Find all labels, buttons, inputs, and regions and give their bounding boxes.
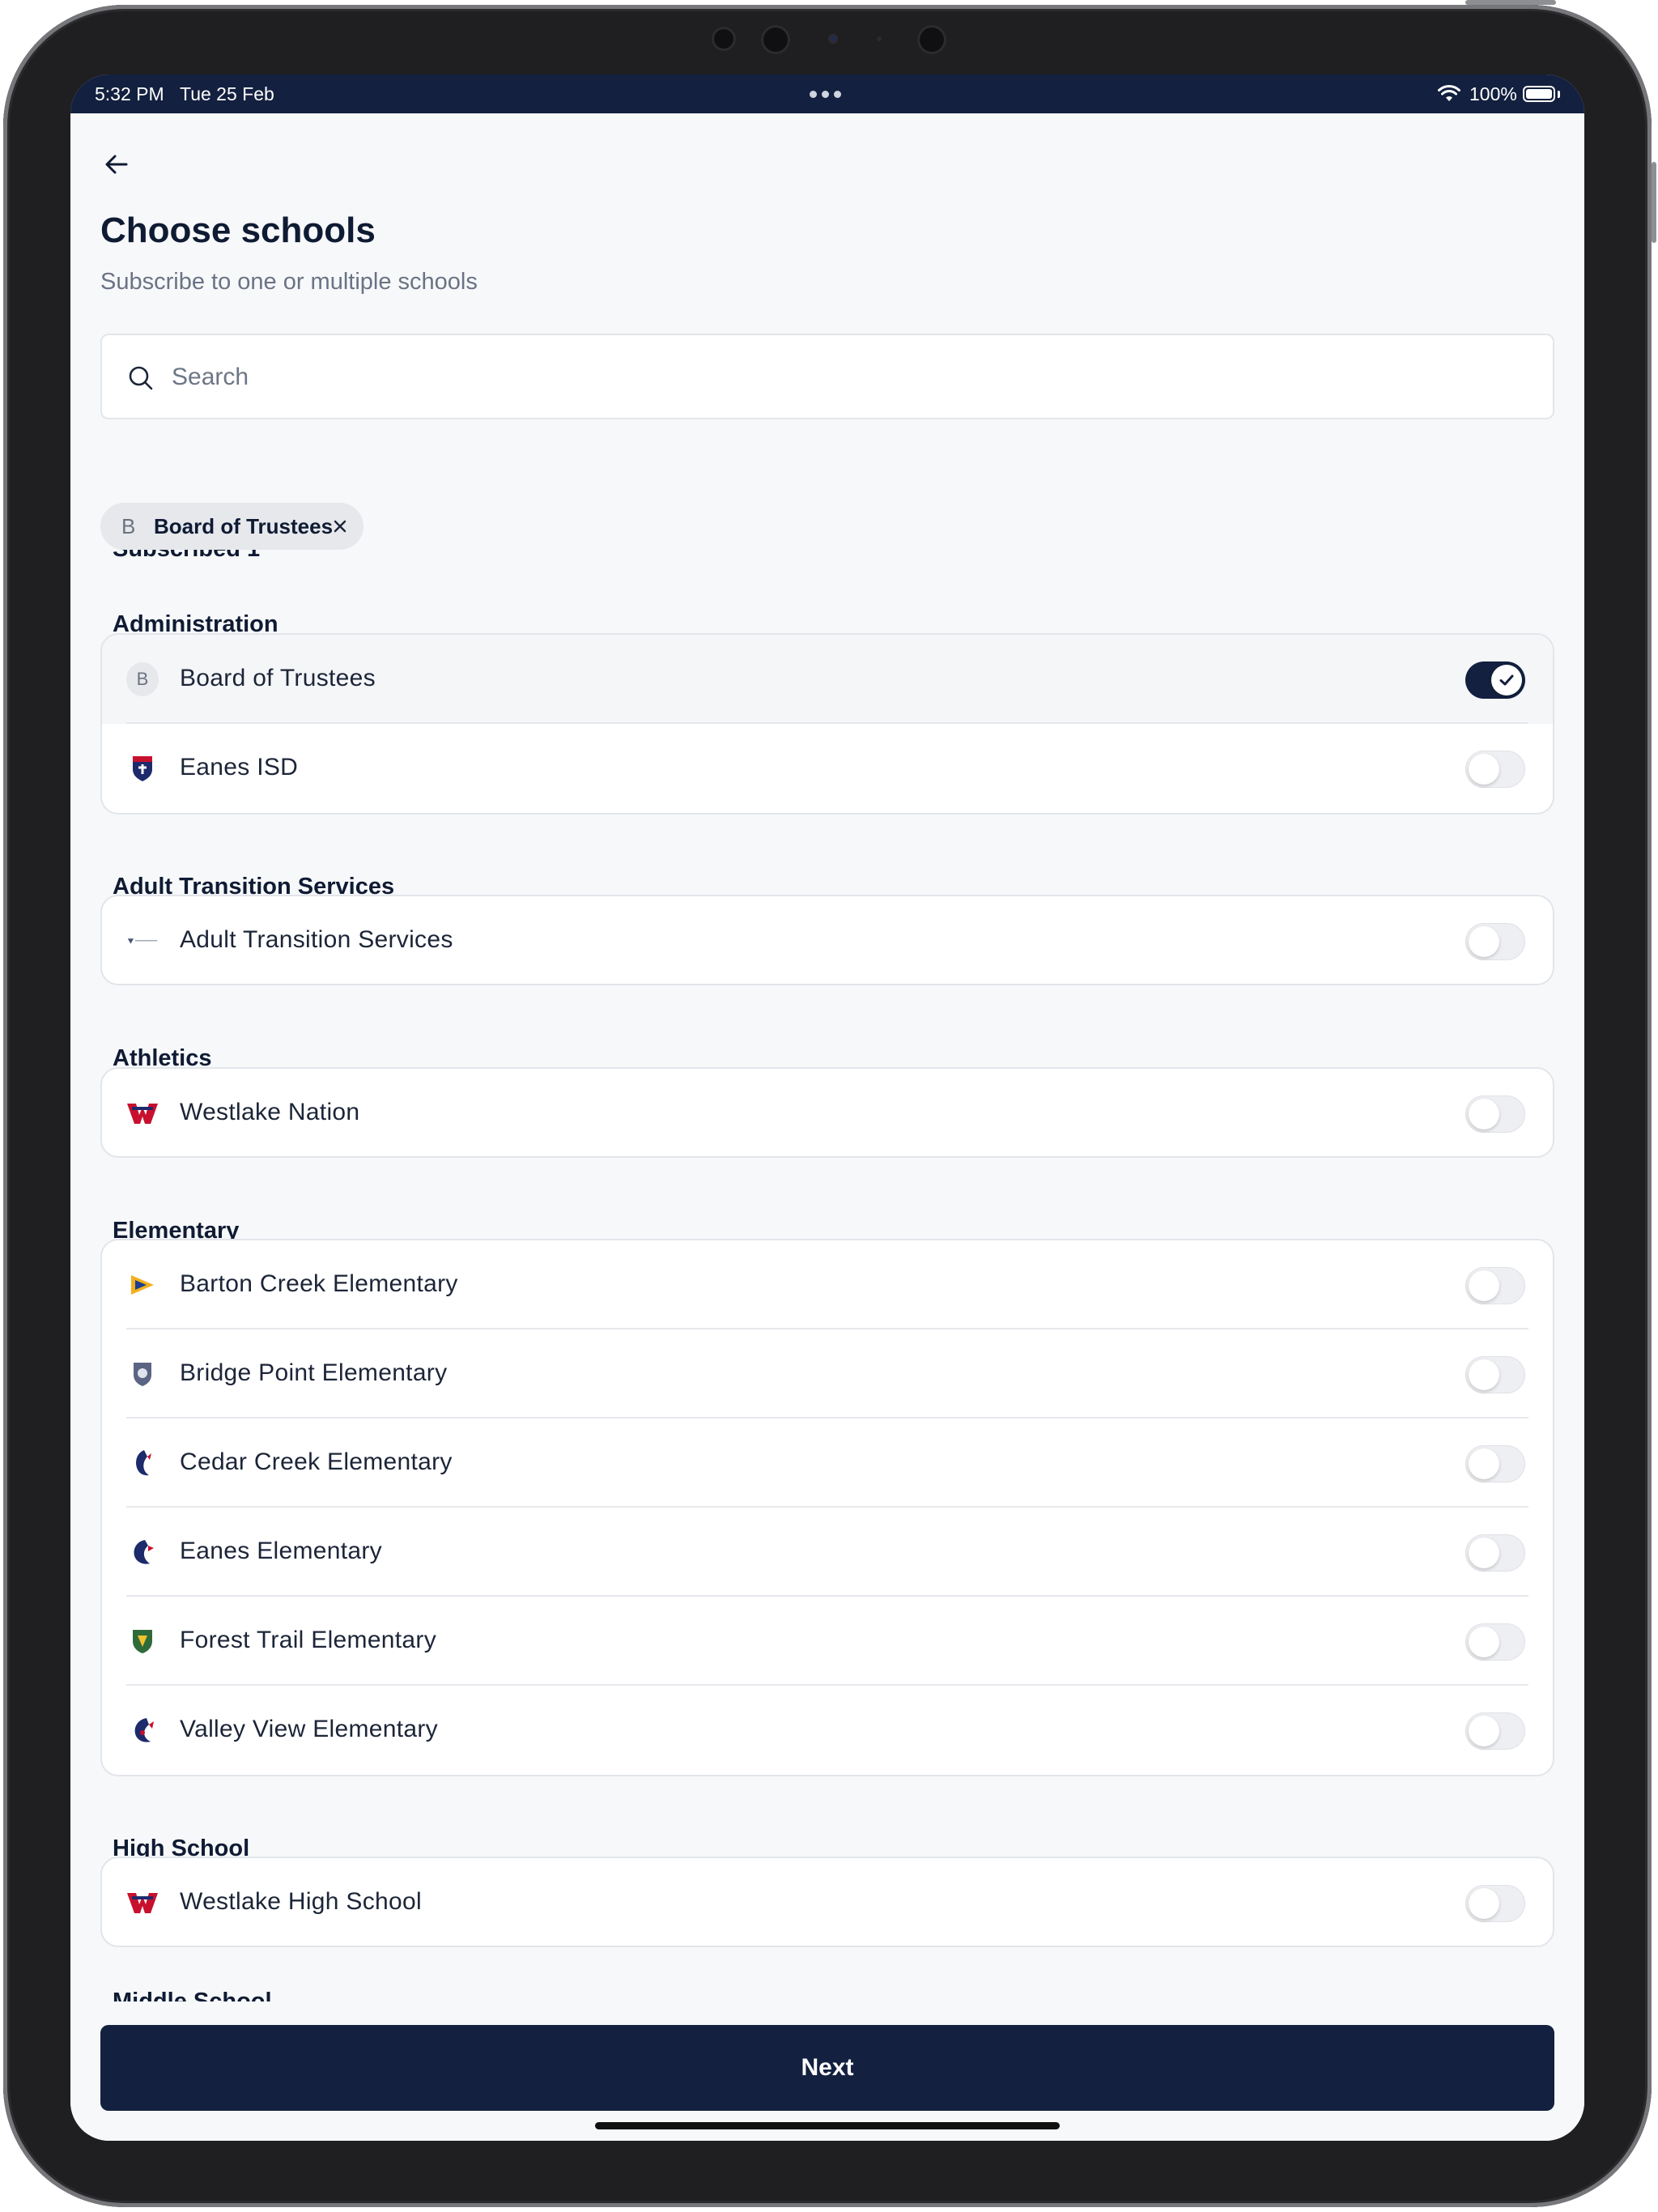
page-title: Choose schools bbox=[100, 211, 376, 250]
list-item[interactable]: Adult Transition Services bbox=[102, 896, 1553, 984]
item-label: Forest Trail Elementary bbox=[180, 1627, 436, 1653]
sensor-dot bbox=[712, 27, 736, 51]
letter-avatar-icon: B bbox=[126, 662, 159, 696]
item-label: Barton Creek Elementary bbox=[180, 1270, 458, 1297]
section-card-elementary: Barton Creek Elementary Bridge Point Ele… bbox=[100, 1239, 1554, 1776]
chip-label: Board of Trustees bbox=[154, 514, 334, 538]
arrow-left-icon bbox=[105, 155, 128, 174]
list-item[interactable]: B Board of Trustees bbox=[102, 635, 1553, 724]
search-icon bbox=[129, 366, 153, 390]
cedar-creek-logo-icon bbox=[126, 1447, 159, 1479]
subscribe-toggle[interactable] bbox=[1465, 1356, 1525, 1393]
forest-trail-logo-icon bbox=[126, 1625, 159, 1657]
westlake-w-logo-icon bbox=[126, 1887, 159, 1919]
battery-tip bbox=[1558, 91, 1560, 98]
back-button[interactable] bbox=[100, 148, 133, 181]
volume-button bbox=[1652, 162, 1656, 243]
status-bar: 5:32 PM Tue 25 Feb 100% bbox=[70, 74, 1584, 113]
shield-logo-icon bbox=[126, 752, 159, 785]
home-indicator[interactable] bbox=[595, 2122, 1060, 2129]
sensor-dot bbox=[761, 25, 790, 54]
item-label: Valley View Elementary bbox=[180, 1716, 438, 1742]
subscribe-toggle[interactable] bbox=[1465, 1267, 1525, 1304]
eanes-elementary-logo-icon bbox=[126, 1536, 159, 1568]
list-item[interactable]: Barton Creek Elementary bbox=[102, 1240, 1553, 1329]
camera-lens bbox=[828, 34, 838, 44]
tablet-device: 5:32 PM Tue 25 Feb 100% Choose schools S… bbox=[0, 0, 1658, 2212]
list-item[interactable]: Bridge Point Elementary bbox=[102, 1329, 1553, 1419]
list-item[interactable]: Forest Trail Elementary bbox=[102, 1597, 1553, 1686]
search-input[interactable] bbox=[170, 337, 1533, 418]
subscribe-toggle[interactable] bbox=[1465, 1445, 1525, 1482]
next-button[interactable]: Next bbox=[100, 2025, 1554, 2111]
section-card-administration: B Board of Trustees Eanes ISD bbox=[100, 633, 1554, 815]
list-item[interactable]: Valley View Elementary bbox=[102, 1686, 1553, 1775]
status-time: 5:32 PM bbox=[95, 83, 164, 104]
list-item[interactable]: Westlake Nation bbox=[102, 1069, 1553, 1156]
checkmark-icon bbox=[1499, 674, 1514, 686]
list-item[interactable]: Westlake High School bbox=[102, 1858, 1553, 1946]
barton-creek-logo-icon bbox=[126, 1269, 159, 1301]
close-icon[interactable] bbox=[329, 516, 351, 537]
section-card-high-school: Westlake High School bbox=[100, 1857, 1554, 1947]
battery-percent: 100% bbox=[1469, 83, 1517, 104]
item-label: Bridge Point Elementary bbox=[180, 1359, 448, 1386]
battery-icon bbox=[1523, 86, 1555, 102]
wifi-icon bbox=[1438, 84, 1460, 101]
multitasking-dots-icon[interactable] bbox=[810, 91, 841, 98]
ats-logo-icon bbox=[126, 925, 159, 957]
subscribe-toggle[interactable] bbox=[1465, 1623, 1525, 1661]
item-label: Eanes ISD bbox=[180, 754, 299, 781]
item-label: Cedar Creek Elementary bbox=[180, 1448, 453, 1475]
list-item[interactable]: Eanes Elementary bbox=[102, 1508, 1553, 1597]
app-screen: 5:32 PM Tue 25 Feb 100% Choose schools S… bbox=[70, 74, 1584, 2141]
sensor-dot bbox=[877, 36, 882, 41]
valley-view-logo-icon bbox=[126, 1714, 159, 1746]
subscribe-toggle[interactable] bbox=[1465, 1534, 1525, 1572]
list-item[interactable]: Cedar Creek Elementary bbox=[102, 1419, 1553, 1508]
item-label: Board of Trustees bbox=[180, 665, 376, 691]
sensor-dot bbox=[917, 25, 946, 54]
subscribed-chip[interactable]: B Board of Trustees bbox=[100, 503, 363, 550]
bridge-point-logo-icon bbox=[126, 1358, 159, 1390]
westlake-w-logo-icon bbox=[126, 1097, 159, 1129]
item-label: Adult Transition Services bbox=[180, 926, 453, 953]
item-label: Eanes Elementary bbox=[180, 1538, 382, 1564]
section-card-adult-transition: Adult Transition Services bbox=[100, 895, 1554, 985]
subscribe-toggle[interactable] bbox=[1465, 1712, 1525, 1750]
list-item[interactable]: Eanes ISD bbox=[102, 724, 1553, 813]
item-label: Westlake Nation bbox=[180, 1099, 360, 1125]
subscribe-toggle[interactable] bbox=[1465, 923, 1525, 960]
status-date: Tue 25 Feb bbox=[180, 83, 274, 104]
subscribe-toggle[interactable] bbox=[1465, 751, 1525, 788]
item-label: Westlake High School bbox=[180, 1888, 422, 1915]
subscribe-toggle[interactable] bbox=[1465, 1885, 1525, 1922]
chip-letter-avatar: B bbox=[121, 514, 136, 538]
page-subtitle: Subscribe to one or multiple schools bbox=[100, 269, 478, 295]
section-title-middle-school: Middle School bbox=[113, 1989, 272, 2001]
subscribe-toggle[interactable] bbox=[1465, 1095, 1525, 1133]
subscribe-toggle[interactable] bbox=[1465, 661, 1525, 699]
search-box[interactable] bbox=[100, 334, 1554, 419]
section-card-athletics: Westlake Nation bbox=[100, 1067, 1554, 1158]
top-button bbox=[1465, 0, 1556, 5]
